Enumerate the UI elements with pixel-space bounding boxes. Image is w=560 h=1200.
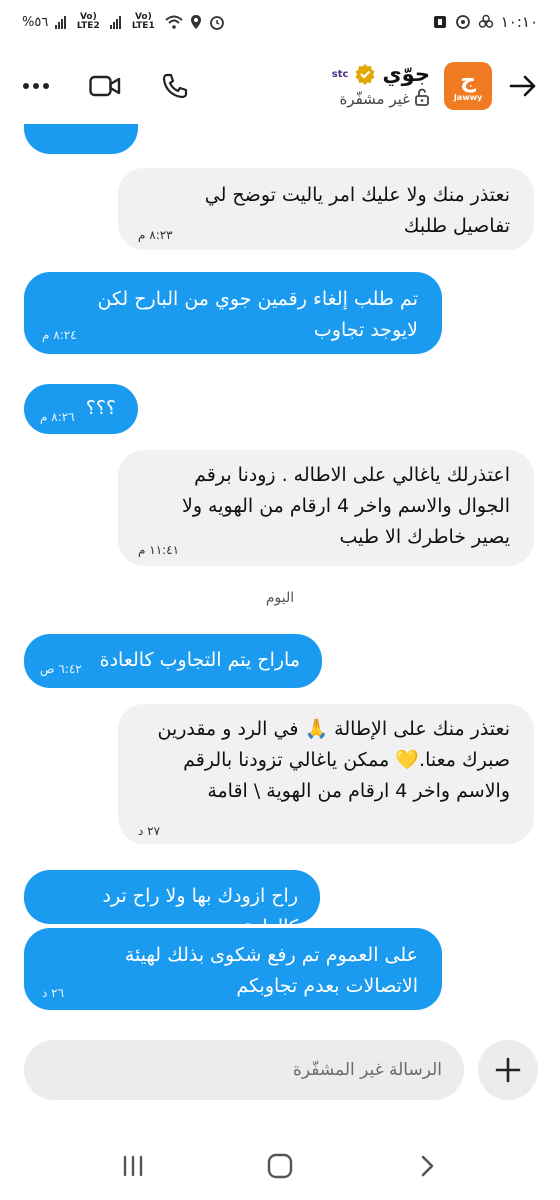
contact-info[interactable]: stc جوّي غير مشفّرة ج Jawwy <box>332 62 540 110</box>
message-bubble[interactable] <box>24 124 138 154</box>
wifi-icon <box>165 15 183 29</box>
message-time: ١١:٤١ م <box>138 543 180 557</box>
message-time: ٨:٢٤ م <box>42 328 77 342</box>
avatar-brand: Jawwy <box>453 92 483 102</box>
message-bubble[interactable]: اعتذرلك ياغالي على الاطاله . زودنا برقم … <box>118 450 534 566</box>
home-button[interactable] <box>258 1144 302 1188</box>
message-text: اعتذرلك ياغالي على الاطاله . زودنا برقم … <box>182 464 510 548</box>
message-time: ٢٦ د <box>42 986 65 1000</box>
message-text: على العموم تم رفع شكوى بذلك لهيئة الاتصا… <box>124 944 418 997</box>
back-arrow-icon[interactable] <box>506 69 540 103</box>
avatar[interactable]: ج Jawwy <box>444 62 492 110</box>
fan-icon <box>478 14 494 30</box>
phone-call-icon[interactable] <box>158 69 192 103</box>
more-options-icon[interactable] <box>20 70 52 102</box>
jawwy-logo-icon: ج <box>460 67 476 93</box>
signal-icon-2 <box>110 15 122 29</box>
message-bubble[interactable]: ماراح يتم التجاوب كالعادة ٦:٤٢ ص <box>24 634 322 688</box>
status-bar: %٥٦ Vo) LTE2 Vo) LTE1 ١٠:١٠ <box>0 0 560 44</box>
message-input[interactable] <box>24 1040 464 1100</box>
message-time: ٨:٢٦ م <box>40 410 75 424</box>
contact-name: جوّي <box>382 62 430 86</box>
message-bubble[interactable]: ؟؟؟ ٨:٢٦ م <box>24 384 138 434</box>
message-list[interactable]: نعتذر منك ولا عليك امر ياليت توضح لي تفا… <box>0 124 560 1024</box>
sim2-label: Vo) LTE2 <box>76 12 100 31</box>
message-bubble[interactable]: نعتذر منك ولا عليك امر ياليت توضح لي تفا… <box>118 168 534 250</box>
video-call-icon[interactable] <box>88 69 122 103</box>
battery-percent: %٥٦ <box>22 14 49 30</box>
message-text: نعتذر منك على الإطالة 🙏 في الرد و مقدرين… <box>157 718 511 802</box>
message-time: ٨:٢٣ م <box>138 228 173 242</box>
signal-icon <box>55 15 67 29</box>
recents-icon <box>124 1155 143 1177</box>
sync-icon <box>455 14 471 30</box>
message-bubble[interactable]: على العموم تم رفع شكوى بذلك لهيئة الاتصا… <box>24 928 442 1010</box>
status-left: %٥٦ Vo) LTE2 Vo) LTE1 <box>22 13 225 31</box>
sim1-label: Vo) LTE1 <box>131 12 155 31</box>
encryption-status: غير مشفّرة <box>339 90 410 108</box>
status-right: ١٠:١٠ <box>432 13 538 31</box>
message-text: ماراح يتم التجاوب كالعادة <box>99 649 300 671</box>
home-icon <box>267 1153 293 1179</box>
message-bubble[interactable]: تم طلب إلغاء رقمين جوي من البارح لكن لاي… <box>24 272 442 354</box>
day-separator: اليوم <box>265 590 295 606</box>
title-row: stc جوّي <box>332 62 430 86</box>
recents-button[interactable] <box>111 1144 155 1188</box>
attach-button[interactable] <box>478 1040 538 1100</box>
subtitle-row: غير مشفّرة <box>339 88 430 110</box>
message-text: تم طلب إلغاء رقمين جوي من البارح لكن لاي… <box>97 288 418 341</box>
plus-icon <box>495 1057 521 1083</box>
message-text: نعتذر منك ولا عليك امر ياليت توضح لي تفا… <box>204 184 510 237</box>
title-block: stc جوّي غير مشفّرة <box>332 62 430 110</box>
back-chevron-icon <box>421 1155 433 1177</box>
clock-time: ١٠:١٠ <box>500 13 538 31</box>
verified-badge-icon <box>354 63 376 85</box>
back-button[interactable] <box>405 1144 449 1188</box>
system-nav-bar <box>0 1138 560 1194</box>
message-bubble[interactable]: راح ازودك بها ولا راح ترد كالعادة <box>24 870 320 938</box>
app-notification-icon <box>432 14 448 30</box>
carrier-label: stc <box>331 68 349 80</box>
alarm-icon <box>209 14 225 30</box>
chat-header: stc جوّي غير مشفّرة ج Jawwy <box>0 48 560 124</box>
message-bubble[interactable]: نعتذر منك على الإطالة 🙏 في الرد و مقدرين… <box>118 704 534 844</box>
message-time: ٦:٤٢ ص <box>40 662 82 676</box>
composer <box>0 1040 560 1104</box>
location-icon <box>190 14 202 30</box>
message-time: ٢٧ د <box>138 824 161 838</box>
unlocked-icon <box>414 88 430 110</box>
header-actions <box>20 69 192 103</box>
